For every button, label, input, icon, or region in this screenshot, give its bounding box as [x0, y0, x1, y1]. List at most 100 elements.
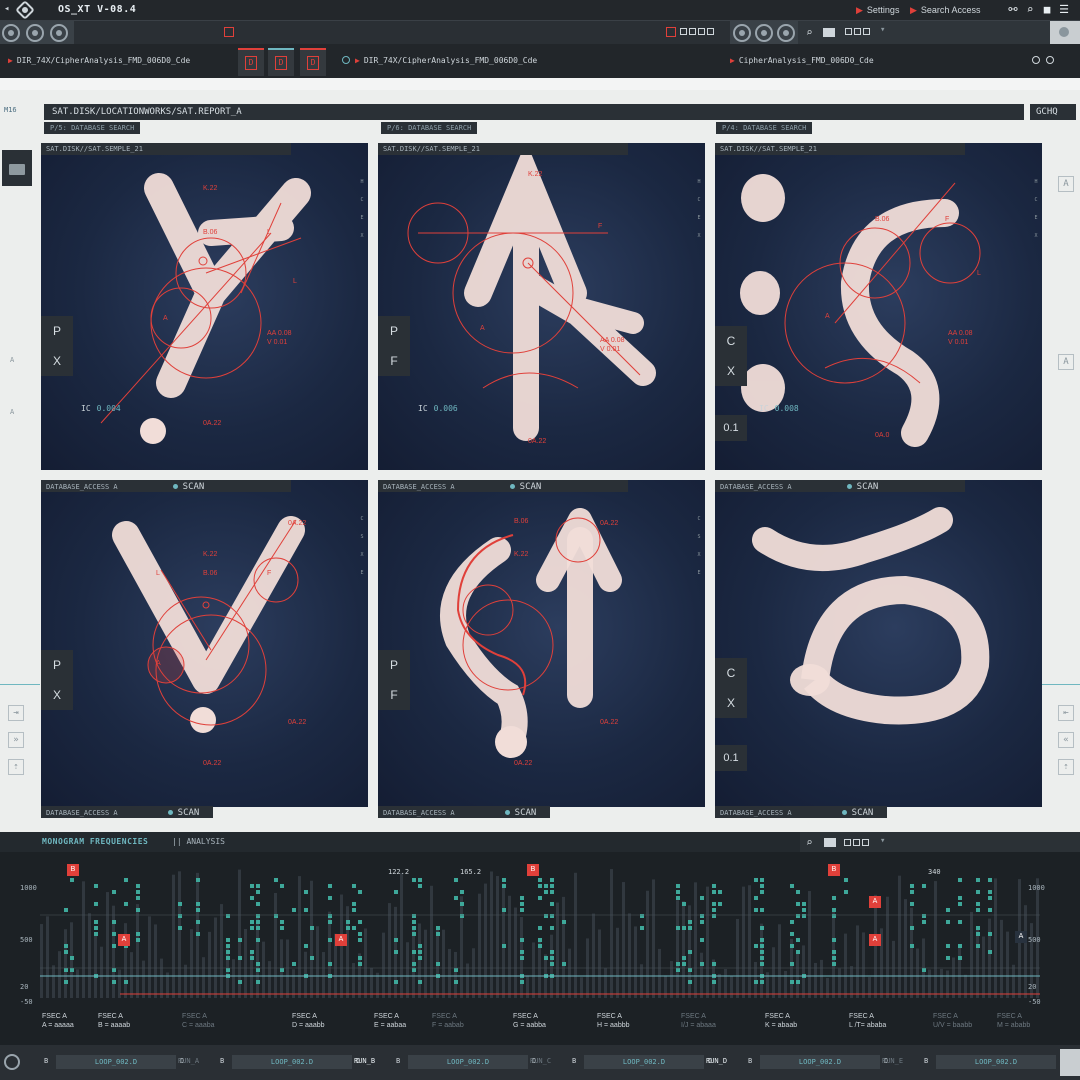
scan-button[interactable]: SCAN — [183, 482, 205, 492]
run-label[interactable]: RUN_A — [178, 1057, 199, 1065]
panel-tab[interactable]: X — [715, 688, 747, 718]
upload-icon[interactable]: ⇡ — [1058, 759, 1074, 775]
doc-tab-2[interactable]: D — [268, 48, 294, 76]
target-icon[interactable] — [2, 24, 20, 42]
glyph-image — [112, 516, 305, 733]
run-label[interactable]: RUN_B — [354, 1057, 375, 1065]
run-label[interactable]: RUN_E — [882, 1057, 903, 1065]
folder-icon[interactable]: ■ — [1041, 4, 1053, 16]
cipher-panel-3[interactable]: SAT.DISK//SAT.SEMPLE_21 CX 0.1 IC 0.008 B… — [715, 143, 1042, 470]
side-marker-button[interactable]: A — [1058, 354, 1074, 370]
panel-tab[interactable]: C — [715, 326, 747, 356]
menu-arrow-icon[interactable]: ◂ — [4, 4, 9, 14]
forward-icon[interactable]: ⇥ — [8, 705, 24, 721]
marker-badge[interactable]: A — [118, 934, 130, 946]
panel-tab[interactable]: P — [41, 316, 73, 346]
search-access-menu[interactable]: ▶ Search Access — [910, 5, 980, 16]
target-icon[interactable] — [1032, 56, 1040, 64]
panel-tabs[interactable]: CX — [715, 658, 747, 718]
dir-path-3[interactable]: ▶ CipherAnalysis_FMD_006D0_Cde — [730, 56, 874, 65]
panel-tab[interactable]: F — [378, 680, 410, 710]
view-toggle-icons[interactable] — [844, 839, 871, 848]
marker-badge[interactable]: A — [869, 934, 881, 946]
loop-slot[interactable]: LOOP_002.D — [584, 1055, 704, 1069]
panel-tab[interactable]: P — [378, 316, 410, 346]
settings-menu[interactable]: ▶ Settings — [856, 5, 899, 16]
panel-tab[interactable]: P — [41, 650, 73, 680]
target-icon[interactable] — [777, 24, 795, 42]
search-icon[interactable]: ⌕ — [806, 26, 813, 39]
marker-badge[interactable]: B — [828, 864, 840, 876]
panel-tab[interactable]: P — [378, 650, 410, 680]
target-icon[interactable] — [342, 56, 350, 64]
back-icon[interactable]: ⇤ — [1058, 705, 1074, 721]
annotation: AA 0.08 — [948, 330, 973, 337]
marker-badge[interactable]: B — [67, 864, 79, 876]
target-icon[interactable] — [1046, 56, 1054, 64]
marker-badge[interactable]: B — [527, 864, 539, 876]
glasses-icon[interactable]: ⚯ — [1005, 4, 1021, 16]
list-icon[interactable]: ☰ — [1058, 4, 1070, 16]
search-icon[interactable]: ⌕ — [806, 836, 813, 849]
panel-tabs[interactable]: PF — [378, 316, 410, 376]
upload-icon[interactable]: ⇡ — [8, 759, 24, 775]
folder-icon[interactable] — [824, 838, 836, 847]
folder-icon[interactable] — [2, 150, 32, 186]
dir-path-1[interactable]: ▶ DIR_74X/CipherAnalysis_FMD_006D0_Cde — [8, 56, 190, 65]
folder-icon[interactable] — [823, 28, 835, 37]
cipher-panel-1[interactable]: SAT.DISK//SAT.SEMPLE_21 PX IC 0.004 K.22 … — [41, 143, 368, 470]
analysis-tab[interactable]: || ANALYSIS — [172, 837, 225, 846]
side-marker-button[interactable]: A — [1058, 176, 1074, 192]
cipher-panel-2[interactable]: SAT.DISK//SAT.SEMPLE_21 PF IC 0.006 K.22 … — [378, 143, 705, 470]
target-icon[interactable] — [4, 1054, 20, 1070]
cipher-panel-4[interactable]: DATABASE_ACCESS A SCAN PX 0A.22 K.22 B.06… — [41, 480, 368, 807]
panel-tabs[interactable]: PX — [41, 650, 73, 710]
scan-button[interactable]: SCAN — [857, 482, 879, 492]
panel-tabs[interactable]: CX — [715, 326, 747, 386]
record-icon[interactable] — [224, 27, 234, 37]
target-icon[interactable] — [733, 24, 751, 42]
panel-tab[interactable]: X — [715, 356, 747, 386]
marker-badge[interactable]: A — [335, 934, 347, 946]
run-label[interactable]: RUN_D — [706, 1057, 727, 1065]
panel-tab[interactable]: F — [378, 346, 410, 376]
fast-forward-icon[interactable]: » — [8, 732, 24, 748]
panel-tabs[interactable]: PX — [41, 316, 73, 376]
annotation: 0A.22 — [600, 719, 619, 726]
target-icon[interactable] — [26, 24, 44, 42]
scan-button[interactable]: SCAN — [520, 482, 542, 492]
scan-button[interactable]: SCAN — [852, 808, 874, 818]
loop-slot[interactable]: LOOP_002.D — [760, 1055, 880, 1069]
panel-tab[interactable]: X — [41, 346, 73, 376]
panel-tab[interactable]: C — [715, 658, 747, 688]
agency-badge: GCHQ — [1030, 104, 1076, 120]
cipher-panel-5[interactable]: DATABASE_ACCESS A SCAN PF B.06 K.22 0A.22… — [378, 480, 705, 807]
rewind-icon[interactable]: « — [1058, 732, 1074, 748]
target-icon[interactable] — [50, 24, 68, 42]
chevron-down-icon[interactable]: ▾ — [880, 25, 885, 35]
dir-path-2[interactable]: ▶ DIR_74X/CipherAnalysis_FMD_006D0_Cde — [355, 56, 537, 65]
search-field-end[interactable] — [1050, 21, 1080, 45]
view-toggle-icons[interactable] — [680, 28, 716, 37]
loop-slot[interactable]: LOOP_002.D — [936, 1055, 1056, 1069]
marker-badge[interactable]: A — [869, 896, 881, 908]
record-icon[interactable] — [666, 27, 676, 37]
chevron-down-icon[interactable]: ▾ — [880, 836, 885, 846]
loop-slot[interactable]: LOOP_002.D — [408, 1055, 528, 1069]
annotation: K.22 — [203, 551, 218, 558]
panel-tab[interactable]: X — [41, 680, 73, 710]
search-icon[interactable]: ⌕ — [1024, 4, 1036, 16]
fsec-label: FSEC A — [681, 1013, 706, 1020]
target-icon[interactable] — [755, 24, 773, 42]
run-label[interactable]: RUN_C — [530, 1057, 551, 1065]
doc-tab-3[interactable]: D — [300, 48, 326, 76]
view-toggle-icons[interactable] — [845, 28, 872, 37]
loop-slot[interactable]: LOOP_002.D — [56, 1055, 176, 1069]
cipher-panel-6[interactable]: DATABASE_ACCESS A SCAN CX 0.1 — [715, 480, 1042, 807]
loop-slot[interactable]: LOOP_002.D — [232, 1055, 352, 1069]
scan-button[interactable]: SCAN — [515, 808, 537, 818]
doc-tab-1[interactable]: D — [238, 48, 264, 76]
marker-badge[interactable]: A — [1015, 931, 1027, 943]
panel-tabs[interactable]: PF — [378, 650, 410, 710]
scan-button[interactable]: SCAN — [178, 808, 200, 818]
